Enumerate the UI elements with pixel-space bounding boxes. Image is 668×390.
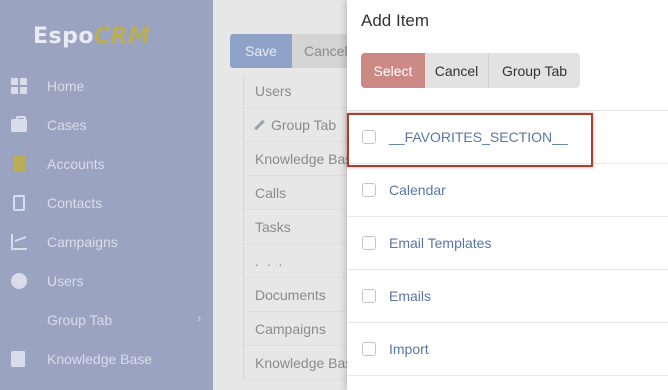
tab-list-item[interactable]: Documents (244, 278, 353, 312)
logo-text-crm: CRM (94, 23, 151, 49)
item-checkbox[interactable] (362, 236, 376, 250)
item-checkbox[interactable] (362, 183, 376, 197)
item-checkbox[interactable] (362, 130, 376, 144)
address-card-icon (13, 194, 25, 211)
book-icon (11, 350, 25, 367)
list-item-import[interactable]: Import (347, 323, 668, 376)
tab-list-item[interactable]: Users (244, 74, 353, 108)
sidebar: Espo CRM Home Cases Accounts Contacts Ca… (0, 0, 213, 390)
sidebar-item-accounts[interactable]: Accounts (0, 144, 213, 183)
sidebar-nav: Home Cases Accounts Contacts Campaigns U… (0, 66, 213, 378)
item-link[interactable]: __FAVORITES_SECTION__ (389, 129, 568, 145)
sidebar-item-group-tab[interactable]: Group Tab › (0, 300, 213, 339)
tab-list-item[interactable]: Knowledge Base (244, 346, 353, 380)
sidebar-item-label: Contacts (47, 194, 103, 211)
list-item-emails[interactable]: Emails (347, 270, 668, 323)
tab-list-item[interactable]: Campaigns (244, 312, 353, 346)
sidebar-item-label: Home (47, 77, 85, 94)
tab-list-item[interactable]: Tasks (244, 210, 353, 244)
tab-list-item-group[interactable]: Group Tab (244, 108, 353, 142)
save-button[interactable]: Save (230, 34, 292, 68)
chevron-right-icon: › (197, 313, 201, 325)
chart-line-icon (11, 233, 27, 250)
item-checkbox[interactable] (362, 289, 376, 303)
sidebar-item-label: Campaigns (47, 233, 118, 250)
sidebar-item-label: Cases (47, 116, 87, 133)
sidebar-item-cases[interactable]: Cases (0, 105, 213, 144)
sidebar-item-users[interactable]: Users (0, 261, 213, 300)
group-tab-button[interactable]: Group Tab (489, 53, 580, 88)
tab-list-item-label: Group Tab (271, 116, 337, 133)
list-item-favorites-section[interactable]: __FAVORITES_SECTION__ (347, 111, 668, 167)
sidebar-item-label: Knowledge Base (47, 350, 153, 367)
item-checkbox[interactable] (362, 342, 376, 356)
sidebar-item-label: Accounts (47, 155, 105, 172)
sidebar-item-home[interactable]: Home (0, 66, 213, 105)
item-list: __FAVORITES_SECTION__ Calendar Email Tem… (347, 111, 668, 376)
sidebar-item-campaigns[interactable]: Campaigns (0, 222, 213, 261)
sidebar-item-contacts[interactable]: Contacts (0, 183, 213, 222)
briefcase-icon (11, 116, 27, 132)
pencil-icon[interactable] (255, 120, 265, 130)
building-icon (13, 155, 25, 172)
logo-text-espo: Espo (33, 23, 94, 49)
modal-button-group: Select Cancel Group Tab (361, 53, 580, 88)
item-link[interactable]: Emails (389, 288, 431, 304)
tab-list-item[interactable]: Calls (244, 176, 353, 210)
sidebar-item-label: Users (47, 272, 84, 289)
item-link[interactable]: Import (389, 341, 429, 357)
cancel-button[interactable]: Cancel (292, 34, 352, 68)
espocrm-logo[interactable]: Espo CRM (33, 18, 150, 54)
select-button[interactable]: Select (361, 53, 425, 88)
item-link[interactable]: Email Templates (389, 235, 491, 251)
sidebar-item-knowledge-base[interactable]: Knowledge Base (0, 339, 213, 378)
item-link[interactable]: Calendar (389, 182, 446, 198)
user-circle-icon (11, 272, 27, 289)
list-item-email-templates[interactable]: Email Templates (347, 217, 668, 270)
modal-cancel-button[interactable]: Cancel (425, 53, 489, 88)
sidebar-item-label: Group Tab (47, 311, 113, 328)
add-item-modal: Add Item Select Cancel Group Tab __FAVOR… (347, 0, 668, 390)
modal-title: Add Item (361, 11, 430, 30)
home-grid-icon (11, 77, 27, 94)
tab-list-item[interactable]: Knowledge Base (244, 142, 353, 176)
list-item-calendar[interactable]: Calendar (347, 164, 668, 217)
tab-list-divider[interactable]: . . . (244, 244, 353, 278)
tab-list: Users Group Tab Knowledge Base Calls Tas… (243, 74, 353, 380)
